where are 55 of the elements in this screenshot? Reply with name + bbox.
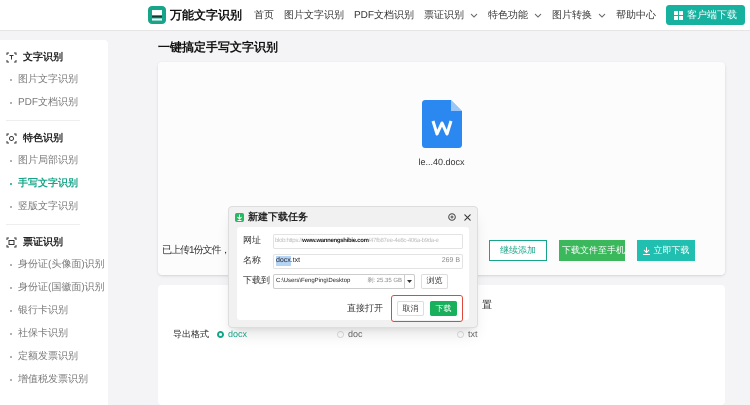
cancel-button[interactable]: 取消 [397,301,424,316]
dropdown-arrow-icon [407,280,412,282]
download-to-phone-button[interactable]: 下载文件至手机 [559,240,625,261]
format-radio[interactable]: docx [217,328,337,342]
focus-scan-icon [6,132,17,144]
sidebar-group-title: 文字识别 [23,50,63,64]
sidebar-item[interactable]: 身份证(头像面)识别 [6,253,108,276]
sidebar-item[interactable]: 图片文字识别 [6,68,108,91]
download-app-icon [235,212,244,222]
format-radio[interactable]: txt [457,328,577,342]
settings-heading: 置 [482,298,492,312]
page-title: 一键搞定手写文字识别 [158,40,279,56]
sidebar-item[interactable]: 图片局部识别 [6,149,108,172]
word-document-icon [422,100,462,148]
export-format-label: 导出格式 [173,328,210,341]
download-button[interactable]: 下载 [430,301,457,316]
nav-link[interactable]: 帮助中心 [616,8,656,22]
open-directly-button[interactable]: 直接打开 [347,302,383,316]
field-label: 名称 [243,254,262,268]
browse-button[interactable]: 浏览 [421,274,448,288]
field-label: 下载到 [243,274,271,288]
add-more-button[interactable]: 继续添加 [489,240,547,261]
card-scan-icon [6,236,17,248]
nav-link[interactable]: 图片文字识别 [284,8,344,22]
sidebar-item[interactable]: 身份证(国徽面)识别 [6,276,108,299]
sidebar-item[interactable]: 手写文字识别 [6,172,108,195]
sidebar-item[interactable]: 社保卡识别 [6,322,108,345]
sidebar-item[interactable]: PDF文档识别 [6,91,108,114]
chevron-down-icon [534,12,542,18]
chevron-down-icon [470,12,478,18]
dialog-title: 新建下载任务 [248,210,308,224]
nav-link[interactable]: 首页 [254,8,274,22]
nav-link[interactable]: PDF文档识别 [354,8,414,22]
windows-logo-icon [674,10,683,20]
scanner-logo-icon [148,6,166,24]
field-label: 网址 [243,234,262,248]
client-download-button[interactable]: 客户端下载 [666,5,745,25]
nav-link[interactable]: 特色功能 [488,8,542,22]
sidebar-item[interactable]: 增值税发票识别 [6,368,108,391]
target-icon[interactable] [448,213,456,221]
sidebar-group-title: 票证识别 [23,236,63,250]
format-radio[interactable]: doc [337,328,457,342]
sidebar-group-title: 特色识别 [23,132,63,146]
sidebar-item[interactable]: 竖版文字识别 [6,195,108,218]
upload-status-text: 已上传1份文件， [162,244,230,258]
download-icon [642,246,650,254]
nav-link[interactable]: 票证识别 [424,8,478,22]
nav-link[interactable]: 图片转换 [552,8,606,22]
sidebar-item[interactable]: 定额发票识别 [6,345,108,368]
chevron-down-icon [598,12,606,18]
file-name: le...40.docx [418,156,465,169]
sidebar-item[interactable]: 银行卡识别 [6,299,108,322]
text-scan-icon [6,52,17,62]
close-icon[interactable] [464,214,471,220]
brand-name[interactable]: 万能文字识别 [170,6,242,24]
